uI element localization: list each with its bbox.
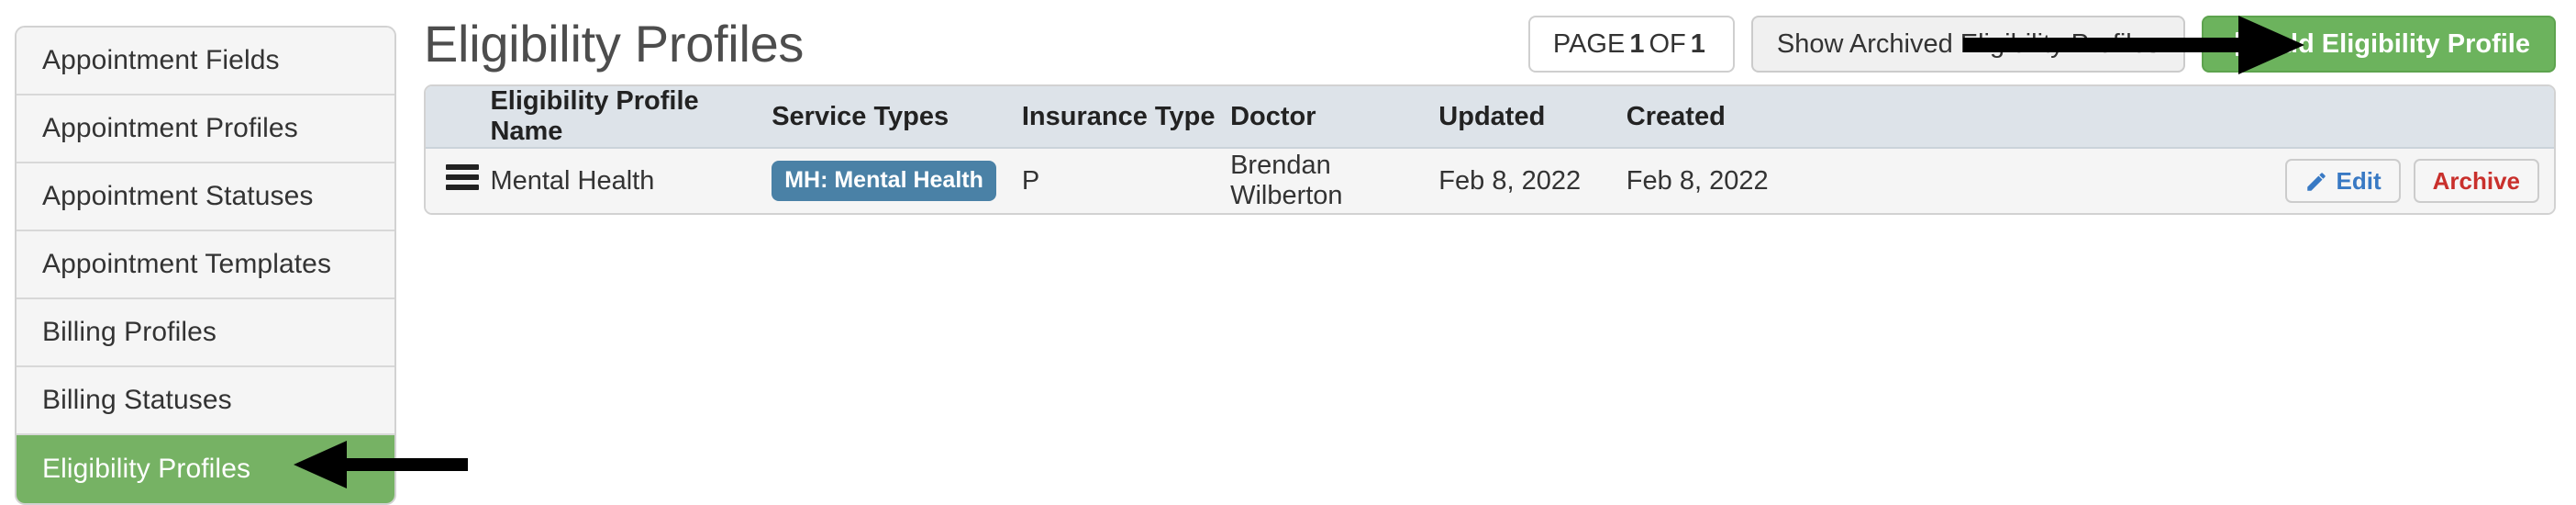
cell-updated: Feb 8, 2022: [1438, 149, 1627, 213]
cell-doctor: Brendan Wilberton: [1230, 149, 1439, 213]
sidebar-item-billing-profiles[interactable]: Billing Profiles: [17, 299, 394, 367]
header-actions: PAGE 1 OF 1 Show Archived Eligibility Pr…: [1527, 16, 2556, 73]
column-header-insurance-type[interactable]: Insurance Type: [1021, 86, 1231, 149]
show-archived-label: Show Archived Eligibility Profiles: [1776, 28, 2160, 59]
pagination-middle: OF: [1649, 28, 1686, 59]
cell-insurance-type: P: [1021, 149, 1231, 213]
main-content: Eligibility Profiles PAGE 1 OF 1 Show Ar…: [396, 0, 2576, 215]
column-header-created[interactable]: Created: [1626, 86, 2252, 149]
sidebar-item-appointment-fields[interactable]: Appointment Fields: [17, 28, 394, 95]
updated-date-text: Feb 8, 2022: [1438, 165, 1582, 196]
sidebar-item-label: Billing Profiles: [42, 317, 217, 347]
pagination-current-page: 1: [1629, 28, 1645, 59]
sidebar-item-label: Appointment Statuses: [42, 181, 314, 211]
cell-service-types: MH: Mental Health: [772, 149, 1022, 213]
row-drag-handle-cell: [426, 149, 491, 213]
table-row[interactable]: Mental Health MH: Mental Health P Brenda…: [426, 149, 2554, 213]
cell-row-actions: Edit Archive: [2251, 149, 2554, 213]
table-header: Eligibility Profile Name Service Types I…: [426, 86, 2554, 149]
profile-name-text: Mental Health: [490, 165, 655, 196]
sidebar-item-label: Appointment Profiles: [42, 113, 298, 143]
column-header-eligibility-profile-name[interactable]: Eligibility Profile Name: [490, 86, 772, 149]
sidebar-item-eligibility-profiles[interactable]: Eligibility Profiles: [17, 435, 394, 503]
page-title: Eligibility Profiles: [424, 15, 805, 73]
insurance-type-text: P: [1021, 165, 1040, 196]
table-body: Mental Health MH: Mental Health P Brenda…: [426, 149, 2554, 213]
service-type-badge: MH: Mental Health: [772, 161, 996, 201]
pencil-icon: [2304, 170, 2328, 194]
settings-sidebar: Appointment Fields Appointment Profiles …: [15, 26, 396, 505]
add-eligibility-profile-button[interactable]: Add Eligibility Profile: [2202, 16, 2556, 73]
column-header-service-types[interactable]: Service Types: [772, 86, 1022, 149]
column-header-actions: [2251, 86, 2554, 149]
add-eligibility-profile-label: Add Eligibility Profile: [2262, 28, 2530, 59]
eligibility-profiles-table: Eligibility Profile Name Service Types I…: [424, 84, 2556, 215]
row-actions-group: Edit Archive: [2251, 159, 2554, 203]
sidebar-item-label: Appointment Templates: [42, 249, 332, 279]
sidebar-item-label: Billing Statuses: [42, 385, 232, 415]
sidebar-item-label: Eligibility Profiles: [42, 454, 251, 484]
sidebar-item-appointment-statuses[interactable]: Appointment Statuses: [17, 163, 394, 231]
drag-handle-icon[interactable]: [446, 164, 479, 190]
plus-icon: [2227, 32, 2252, 56]
sidebar-item-appointment-templates[interactable]: Appointment Templates: [17, 231, 394, 299]
archive-button-label: Archive: [2432, 167, 2520, 195]
created-date-text: Feb 8, 2022: [1626, 165, 1769, 196]
sidebar-item-label: Appointment Fields: [42, 45, 280, 75]
table-header-row: Eligibility Profile Name Service Types I…: [426, 86, 2554, 149]
show-archived-button[interactable]: Show Archived Eligibility Profiles: [1750, 16, 2186, 73]
column-header-updated[interactable]: Updated: [1438, 86, 1627, 149]
archive-button[interactable]: Archive: [2413, 159, 2539, 203]
column-header-handle: [426, 86, 491, 149]
column-header-doctor[interactable]: Doctor: [1230, 86, 1439, 149]
edit-button-label: Edit: [2336, 167, 2382, 195]
pagination-prefix: PAGE: [1552, 28, 1626, 59]
app-root: Appointment Fields Appointment Profiles …: [0, 0, 2576, 505]
page-header: Eligibility Profiles PAGE 1 OF 1 Show Ar…: [424, 0, 2556, 84]
cell-created: Feb 8, 2022: [1626, 149, 2252, 213]
edit-button[interactable]: Edit: [2284, 159, 2401, 203]
cell-eligibility-profile-name: Mental Health: [490, 149, 772, 213]
doctor-text: Brendan Wilberton: [1230, 151, 1343, 210]
pagination-total-pages: 1: [1690, 28, 1705, 59]
sidebar-item-appointment-profiles[interactable]: Appointment Profiles: [17, 95, 394, 163]
pagination-indicator[interactable]: PAGE 1 OF 1: [1527, 16, 1735, 73]
sidebar-item-billing-statuses[interactable]: Billing Statuses: [17, 367, 394, 435]
